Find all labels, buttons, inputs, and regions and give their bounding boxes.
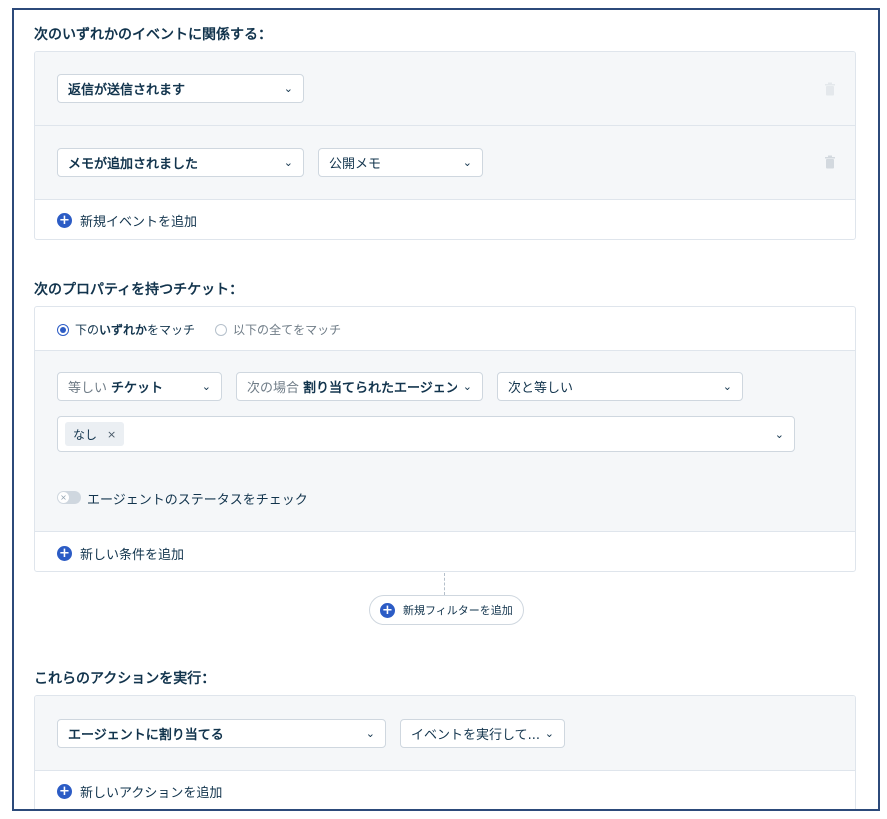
match-any-radio[interactable]: 下の いずれか をマッチ (57, 321, 195, 338)
chevron-down-icon: ⌄ (774, 427, 784, 441)
plus-circle-icon: + (57, 546, 72, 561)
event-select-2[interactable]: メモが追加されました ⌄ (57, 148, 304, 177)
action-select[interactable]: エージェントに割り当てる ⌄ (57, 719, 386, 748)
action-option-select[interactable]: イベントを実行して... ⌄ (400, 719, 565, 748)
events-card: 返信が送信されます ⌄ メモが追加されました ⌄ 公開メモ ⌄ + 新規イベント… (34, 51, 856, 240)
chevron-down-icon: ⌄ (201, 380, 211, 393)
add-condition-button[interactable]: + 新しい条件を追加 (57, 544, 184, 563)
agent-status-label: エージェントのステータスをチェック (87, 493, 308, 508)
chevron-down-icon: ⌄ (283, 156, 293, 169)
value-tag: なし × (65, 422, 125, 446)
condition-value-multiselect[interactable]: なし × ⌄ (57, 416, 795, 452)
condition-field-select[interactable]: 等しい チケット ⌄ (57, 372, 222, 401)
chevron-down-icon: ⌄ (462, 156, 472, 169)
chevron-down-icon: ⌄ (462, 380, 472, 393)
match-all-radio[interactable]: 以下の 全て をマッチ (215, 321, 341, 338)
tag-remove-icon[interactable]: × (107, 428, 116, 441)
filter-connector-line (444, 573, 445, 595)
event-select-1[interactable]: 返信が送信されます ⌄ (57, 74, 304, 103)
add-filter-button[interactable]: + 新規フィルターを追加 (369, 595, 524, 625)
trash-icon[interactable] (824, 155, 836, 169)
match-mode-group: 下の いずれか をマッチ 以下の 全て をマッチ (57, 321, 341, 338)
chevron-down-icon: ⌄ (722, 380, 732, 393)
note-type-select[interactable]: 公開メモ ⌄ (318, 148, 483, 177)
chevron-down-icon: ⌄ (365, 727, 375, 740)
add-event-button[interactable]: + 新規イベントを追加 (57, 211, 197, 230)
plus-circle-icon: + (57, 784, 72, 799)
automation-rule-editor: 次のいずれかのイベントに関係する： 返信が送信されます ⌄ メモが追加されました… (12, 8, 880, 811)
chevron-down-icon: ⌄ (283, 82, 293, 95)
toggle-off-icon: × (58, 492, 69, 503)
agent-status-toggle[interactable]: × (57, 491, 81, 504)
events-heading: 次のいずれかのイベントに関係する： (34, 27, 272, 43)
condition-operator-select[interactable]: 次と等しい ⌄ (497, 372, 743, 401)
chevron-down-icon: ⌄ (544, 727, 554, 740)
condition-attribute-select[interactable]: 次の場合 割り当てられたエージェン ⌄ (236, 372, 483, 401)
plus-circle-icon: + (57, 213, 72, 228)
conditions-card: 下の いずれか をマッチ 以下の 全て をマッチ 等しい チケット ⌄ 次の場合 割り当… (34, 306, 856, 572)
actions-card: エージェントに割り当てる ⌄ イベントを実行して... ⌄ + 新しいアクション… (34, 695, 856, 809)
actions-heading: これらのアクションを実行： (34, 671, 216, 687)
add-action-button[interactable]: + 新しいアクションを追加 (57, 782, 222, 801)
properties-heading: 次のプロパティを持つチケット： (34, 282, 244, 298)
plus-circle-icon: + (380, 602, 395, 618)
trash-icon[interactable] (824, 82, 836, 96)
